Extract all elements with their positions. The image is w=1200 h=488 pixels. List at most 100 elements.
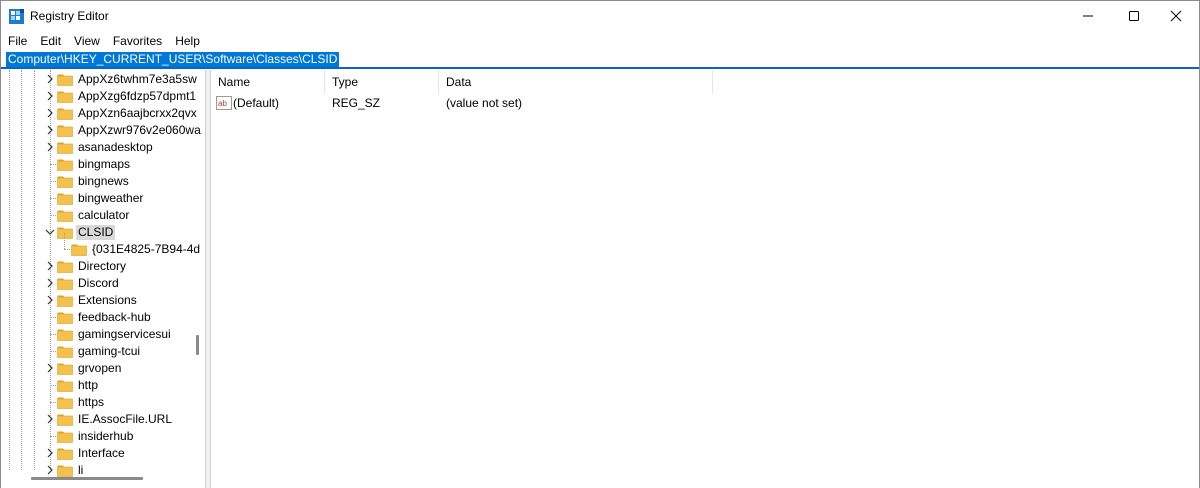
tree-item-label: {031E4825-7B94-4d [92,242,201,256]
tree-item[interactable]: AppXz6twhm7e3a5sw [1,71,197,88]
chevron-right-icon[interactable] [45,465,55,475]
address-path[interactable]: Computer\HKEY_CURRENT_USER\Software\Clas… [6,52,340,67]
tree-item[interactable]: http [1,377,191,394]
window-title: Registry Editor [30,9,109,23]
close-button[interactable] [1153,1,1199,31]
tree-item[interactable]: AppXzn6aajbcrxx2qvx [1,105,197,122]
value-row[interactable]: ab (Default) REG_SZ (value not set) [211,94,811,112]
tree-vertical-scroll-thumb[interactable] [196,335,199,355]
tree-item[interactable]: Interface [1,445,191,462]
maximize-icon [1129,11,1139,21]
value-type: REG_SZ [332,96,381,110]
folder-icon [57,414,73,426]
folder-icon [57,380,73,392]
tree-item[interactable]: IE.AssocFile.URL [1,411,191,428]
chevron-right-icon[interactable] [45,363,55,373]
tree-item[interactable]: feedback-hub [1,309,191,326]
tree-item[interactable]: CLSID [1,224,191,241]
tree-item-label: CLSID [76,225,116,240]
tree-item[interactable]: bingmaps [1,156,191,173]
menu-bar: File Edit View Favorites Help [1,31,1199,51]
svg-text:ab: ab [218,99,227,108]
tree-item-label: asanadesktop [78,140,153,154]
chevron-right-icon[interactable] [45,108,55,118]
tree-item-label: bingmaps [78,157,131,171]
title-bar[interactable]: Registry Editor [1,1,1199,31]
values-list-pane[interactable]: Name Type Data ab (Default) REG_SZ (valu… [210,70,1199,488]
value-data: (value not set) [446,96,523,110]
tree-item[interactable]: grvopen [1,360,191,377]
tree-connector-line [50,351,56,352]
tree-item[interactable]: gaming-tcui [1,343,191,360]
folder-icon [57,91,73,103]
tree-connector-line [50,198,56,199]
key-tree-pane[interactable]: AppXz6twhm7e3a5sw AppXzg6fdzp57dpmt1 AppXz… [1,70,206,488]
minimize-button[interactable] [1065,1,1111,31]
folder-icon [71,244,87,256]
tree-item-label: AppXzg6fdzp57dpmt1 [78,89,197,103]
chevron-right-icon[interactable] [45,261,55,271]
chevron-down-icon[interactable] [45,227,55,237]
folder-icon [57,261,73,273]
menu-edit[interactable]: Edit [35,34,66,48]
close-icon [1170,10,1182,22]
chevron-right-icon[interactable] [45,278,55,288]
tree-connector-line [50,436,56,437]
tree-item[interactable]: asanadesktop [1,139,191,156]
chevron-right-icon[interactable] [45,448,55,458]
chevron-right-icon[interactable] [45,142,55,152]
tree-connector-line [50,215,56,216]
chevron-right-icon[interactable] [45,74,55,84]
tree-item-label: gaming-tcui [78,344,141,358]
tree-item-label: http [78,378,99,392]
folder-icon [57,346,73,358]
chevron-right-icon[interactable] [45,414,55,424]
tree-item-label: AppXz6twhm7e3a5sw [78,72,197,86]
folder-icon [57,125,73,137]
tree-item-label: bingnews [78,174,129,188]
menu-file[interactable]: File [3,34,32,48]
tree-item[interactable]: li [1,462,191,479]
folder-icon [57,448,73,460]
minimize-icon [1083,15,1093,17]
chevron-right-icon[interactable] [45,295,55,305]
folder-icon [57,312,73,324]
tree-item[interactable]: AppXzg6fdzp57dpmt1 [1,88,196,105]
menu-favorites[interactable]: Favorites [108,34,167,48]
column-header-data[interactable]: Data [439,70,713,94]
tree-item[interactable]: gamingservicesui [1,326,191,343]
tree-item[interactable]: bingnews [1,173,191,190]
folder-icon [57,108,73,120]
address-bar[interactable]: Computer\HKEY_CURRENT_USER\Software\Clas… [1,51,1199,69]
folder-icon [57,465,73,477]
folder-icon [57,176,73,188]
menu-help[interactable]: Help [170,34,205,48]
tree-item[interactable]: Extensions [1,292,191,309]
column-header-type[interactable]: Type [325,70,439,94]
tree-item[interactable]: insiderhub [1,428,191,445]
registry-editor-window: Registry Editor File Edit View Favorites… [0,0,1200,488]
chevron-right-icon[interactable] [45,125,55,135]
tree-item[interactable]: https [1,394,191,411]
tree-item[interactable]: Directory [1,258,191,275]
folder-icon [57,295,73,307]
tree-item[interactable]: bingweather [1,190,191,207]
tree-item[interactable]: Discord [1,275,191,292]
tree-item[interactable]: calculator [1,207,191,224]
chevron-right-icon[interactable] [45,91,55,101]
tree-item[interactable]: {031E4825-7B94-4d [1,233,200,258]
tree-item[interactable]: AppXzwr976v2e060wa [1,122,201,139]
folder-icon [57,227,73,239]
menu-view[interactable]: View [69,34,105,48]
tree-item-label: IE.AssocFile.URL [78,412,173,426]
column-header-name[interactable]: Name [211,70,325,94]
tree-item-label: Interface [78,446,125,460]
tree-item-label: Extensions [78,293,137,307]
tree-connector-line [50,402,56,403]
tree-item-label: grvopen [78,361,122,375]
folder-icon [57,142,73,154]
tree-item-label: bingweather [78,191,144,205]
tree-item-label: Directory [78,259,127,273]
tree-item-label: insiderhub [78,429,134,443]
maximize-button[interactable] [1111,1,1157,31]
